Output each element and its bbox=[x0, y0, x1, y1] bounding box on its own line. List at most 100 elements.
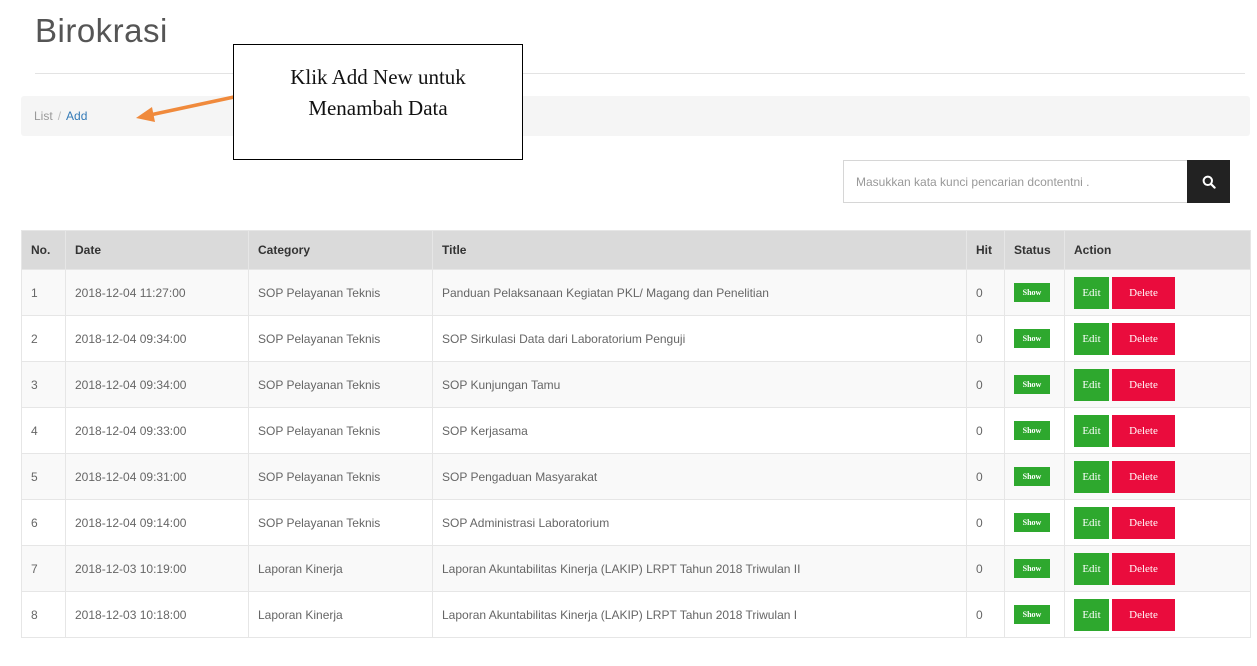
cell-hit: 0 bbox=[966, 269, 1005, 316]
delete-button[interactable]: Delete bbox=[1112, 552, 1175, 585]
col-header-no: No. bbox=[21, 230, 66, 270]
cell-status: Show bbox=[1004, 269, 1065, 316]
cell-action: Edit Delete bbox=[1064, 407, 1251, 454]
callout-line-1: Klik Add New untuk bbox=[290, 65, 466, 89]
cell-title: Laporan Akuntabilitas Kinerja (LAKIP) LR… bbox=[432, 545, 967, 592]
cell-title: SOP Kunjungan Tamu bbox=[432, 361, 967, 408]
cell-category: SOP Pelayanan Teknis bbox=[248, 361, 433, 408]
cell-title: Panduan Pelaksanaan Kegiatan PKL/ Magang… bbox=[432, 269, 967, 316]
table-row: 1 2018-12-04 11:27:00 SOP Pelayanan Tekn… bbox=[21, 269, 1251, 316]
edit-button[interactable]: Edit bbox=[1074, 276, 1109, 309]
breadcrumb-add-link[interactable]: Add bbox=[66, 109, 87, 123]
col-header-status: Status bbox=[1004, 230, 1065, 270]
edit-button[interactable]: Edit bbox=[1074, 414, 1109, 447]
callout-line-2: Menambah Data bbox=[308, 96, 448, 120]
cell-no: 2 bbox=[21, 315, 66, 362]
search-icon bbox=[1202, 175, 1216, 189]
edit-button[interactable]: Edit bbox=[1074, 598, 1109, 631]
cell-title: Laporan Akuntabilitas Kinerja (LAKIP) LR… bbox=[432, 591, 967, 638]
cell-title: SOP Kerjasama bbox=[432, 407, 967, 454]
cell-title: SOP Sirkulasi Data dari Laboratorium Pen… bbox=[432, 315, 967, 362]
cell-category: SOP Pelayanan Teknis bbox=[248, 453, 433, 500]
status-show-button[interactable]: Show bbox=[1014, 605, 1050, 624]
search-button[interactable] bbox=[1187, 160, 1230, 203]
cell-hit: 0 bbox=[966, 407, 1005, 454]
cell-action: Edit Delete bbox=[1064, 545, 1251, 592]
table-row: 4 2018-12-04 09:33:00 SOP Pelayanan Tekn… bbox=[21, 407, 1251, 454]
cell-no: 3 bbox=[21, 361, 66, 408]
status-show-button[interactable]: Show bbox=[1014, 283, 1050, 302]
edit-button[interactable]: Edit bbox=[1074, 460, 1109, 493]
cell-hit: 0 bbox=[966, 499, 1005, 546]
cell-action: Edit Delete bbox=[1064, 269, 1251, 316]
cell-hit: 0 bbox=[966, 453, 1005, 500]
page-title: Birokrasi bbox=[35, 12, 168, 49]
table-row: 2 2018-12-04 09:34:00 SOP Pelayanan Tekn… bbox=[21, 315, 1251, 362]
status-show-button[interactable]: Show bbox=[1014, 513, 1050, 532]
cell-category: Laporan Kinerja bbox=[248, 591, 433, 638]
col-header-title: Title bbox=[432, 230, 967, 270]
col-header-hit: Hit bbox=[966, 230, 1005, 270]
cell-date: 2018-12-04 09:14:00 bbox=[65, 499, 249, 546]
cell-date: 2018-12-04 11:27:00 bbox=[65, 269, 249, 316]
cell-date: 2018-12-04 09:33:00 bbox=[65, 407, 249, 454]
cell-status: Show bbox=[1004, 315, 1065, 362]
delete-button[interactable]: Delete bbox=[1112, 460, 1175, 493]
cell-status: Show bbox=[1004, 361, 1065, 408]
table-row: 3 2018-12-04 09:34:00 SOP Pelayanan Tekn… bbox=[21, 361, 1251, 408]
cell-no: 5 bbox=[21, 453, 66, 500]
col-header-date: Date bbox=[65, 230, 249, 270]
search-input[interactable] bbox=[843, 160, 1187, 203]
delete-button[interactable]: Delete bbox=[1112, 598, 1175, 631]
status-show-button[interactable]: Show bbox=[1014, 421, 1050, 440]
status-show-button[interactable]: Show bbox=[1014, 375, 1050, 394]
cell-date: 2018-12-04 09:34:00 bbox=[65, 315, 249, 362]
cell-no: 6 bbox=[21, 499, 66, 546]
edit-button[interactable]: Edit bbox=[1074, 322, 1109, 355]
table-row: 8 2018-12-03 10:18:00 Laporan Kinerja La… bbox=[21, 591, 1251, 638]
delete-button[interactable]: Delete bbox=[1112, 276, 1175, 309]
status-show-button[interactable]: Show bbox=[1014, 559, 1050, 578]
delete-button[interactable]: Delete bbox=[1112, 506, 1175, 539]
edit-button[interactable]: Edit bbox=[1074, 368, 1109, 401]
cell-hit: 0 bbox=[966, 591, 1005, 638]
breadcrumb-list-link[interactable]: List bbox=[34, 109, 53, 123]
cell-action: Edit Delete bbox=[1064, 453, 1251, 500]
cell-category: SOP Pelayanan Teknis bbox=[248, 269, 433, 316]
delete-button[interactable]: Delete bbox=[1112, 368, 1175, 401]
breadcrumb-separator: / bbox=[57, 109, 62, 123]
delete-button[interactable]: Delete bbox=[1112, 322, 1175, 355]
table-row: 5 2018-12-04 09:31:00 SOP Pelayanan Tekn… bbox=[21, 453, 1251, 500]
cell-category: SOP Pelayanan Teknis bbox=[248, 407, 433, 454]
cell-status: Show bbox=[1004, 545, 1065, 592]
cell-category: SOP Pelayanan Teknis bbox=[248, 499, 433, 546]
col-header-action: Action bbox=[1064, 230, 1251, 270]
cell-status: Show bbox=[1004, 591, 1065, 638]
cell-category: Laporan Kinerja bbox=[248, 545, 433, 592]
table-row: 7 2018-12-03 10:19:00 Laporan Kinerja La… bbox=[21, 545, 1251, 592]
cell-action: Edit Delete bbox=[1064, 361, 1251, 408]
cell-date: 2018-12-03 10:19:00 bbox=[65, 545, 249, 592]
title-divider bbox=[35, 73, 1245, 74]
status-show-button[interactable]: Show bbox=[1014, 467, 1050, 486]
table-header-row: No. Date Category Title Hit Status Actio… bbox=[21, 230, 1251, 270]
callout-box: Klik Add New untuk Menambah Data bbox=[233, 44, 523, 160]
edit-button[interactable]: Edit bbox=[1074, 552, 1109, 585]
cell-category: SOP Pelayanan Teknis bbox=[248, 315, 433, 362]
cell-title: SOP Pengaduan Masyarakat bbox=[432, 453, 967, 500]
cell-date: 2018-12-04 09:31:00 bbox=[65, 453, 249, 500]
cell-title: SOP Administrasi Laboratorium bbox=[432, 499, 967, 546]
edit-button[interactable]: Edit bbox=[1074, 506, 1109, 539]
cell-hit: 0 bbox=[966, 361, 1005, 408]
col-header-category: Category bbox=[248, 230, 433, 270]
cell-action: Edit Delete bbox=[1064, 499, 1251, 546]
cell-hit: 0 bbox=[966, 545, 1005, 592]
cell-no: 4 bbox=[21, 407, 66, 454]
delete-button[interactable]: Delete bbox=[1112, 414, 1175, 447]
status-show-button[interactable]: Show bbox=[1014, 329, 1050, 348]
cell-date: 2018-12-03 10:18:00 bbox=[65, 591, 249, 638]
content-table: No. Date Category Title Hit Status Actio… bbox=[21, 230, 1251, 638]
cell-date: 2018-12-04 09:34:00 bbox=[65, 361, 249, 408]
cell-no: 1 bbox=[21, 269, 66, 316]
cell-status: Show bbox=[1004, 499, 1065, 546]
